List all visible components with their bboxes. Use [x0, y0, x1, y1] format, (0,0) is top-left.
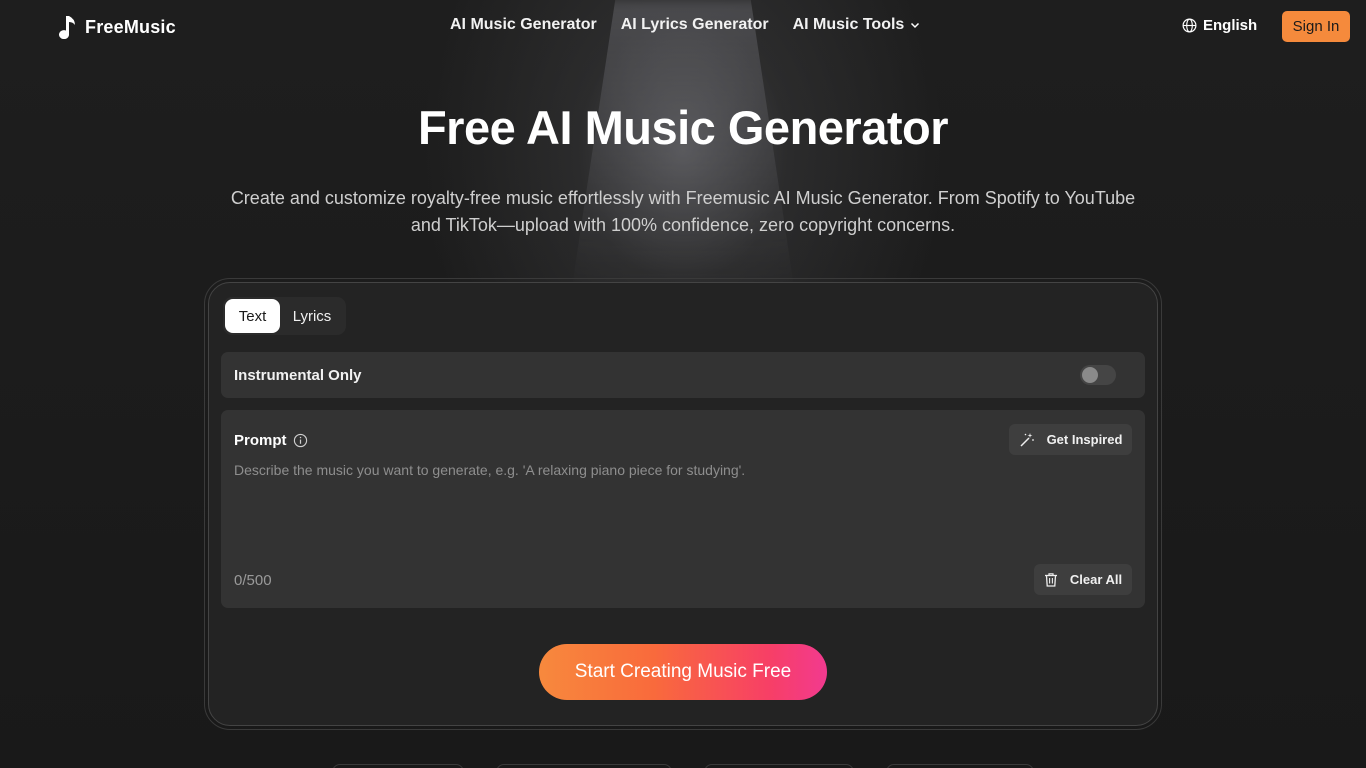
instrumental-label: Instrumental Only	[234, 367, 362, 384]
sign-in-button[interactable]: Sign In	[1282, 11, 1350, 42]
feature-pill[interactable]	[704, 764, 854, 768]
bottom-feature-pills	[0, 764, 1366, 768]
prompt-label-group: Prompt	[234, 432, 308, 449]
start-creating-button[interactable]: Start Creating Music Free	[539, 644, 827, 700]
instrumental-toggle[interactable]	[1080, 365, 1116, 385]
page-title: Free AI Music Generator	[417, 101, 949, 154]
logo[interactable]: FreeMusic	[57, 15, 176, 39]
clear-all-label: Clear All	[1069, 572, 1123, 587]
chevron-down-icon	[911, 22, 920, 29]
prompt-panel: Prompt Get Inspired 0/500	[221, 410, 1145, 608]
nav-item-label: AI Lyrics Generator	[620, 16, 769, 33]
nav-item-label: AI Music Generator	[450, 16, 597, 33]
globe-icon	[1182, 18, 1197, 33]
nav-item-label: AI Music Tools	[792, 16, 905, 33]
main-nav: AI Music Generator AI Lyrics Generator A…	[450, 16, 920, 34]
generator-card: Text Lyrics Instrumental Only Prompt Get…	[208, 282, 1158, 726]
page-subtitle: Create and customize royalty-free music …	[230, 188, 1136, 235]
prompt-label: Prompt	[234, 432, 287, 449]
nav-ai-music-generator[interactable]: AI Music Generator	[450, 16, 597, 34]
feature-pill[interactable]	[886, 764, 1034, 768]
feature-pill[interactable]	[496, 764, 672, 768]
prompt-input[interactable]	[234, 462, 994, 552]
toggle-knob	[1082, 367, 1098, 383]
mode-tabs: Text Lyrics	[223, 297, 346, 335]
language-label: English	[1203, 17, 1258, 34]
get-inspired-label: Get Inspired	[1046, 432, 1123, 447]
tab-text[interactable]: Text	[225, 299, 280, 333]
nav-ai-lyrics-generator[interactable]: AI Lyrics Generator	[621, 16, 769, 34]
top-header: FreeMusic AI Music Generator AI Lyrics G…	[0, 0, 1366, 54]
language-selector[interactable]: English	[1182, 17, 1257, 34]
music-note-icon	[59, 16, 75, 39]
get-inspired-button[interactable]: Get Inspired	[1009, 424, 1132, 455]
clear-all-button[interactable]: Clear All	[1034, 564, 1132, 595]
magic-wand-icon	[1020, 432, 1034, 447]
tab-lyrics[interactable]: Lyrics	[280, 299, 344, 333]
feature-pill[interactable]	[332, 764, 464, 768]
nav-ai-music-tools[interactable]: AI Music Tools	[793, 16, 921, 34]
trash-icon	[1044, 573, 1057, 587]
instrumental-row: Instrumental Only	[221, 352, 1145, 398]
character-counter: 0/500	[234, 572, 272, 589]
info-icon[interactable]	[293, 433, 308, 448]
logo-text: FreeMusic	[85, 16, 176, 37]
